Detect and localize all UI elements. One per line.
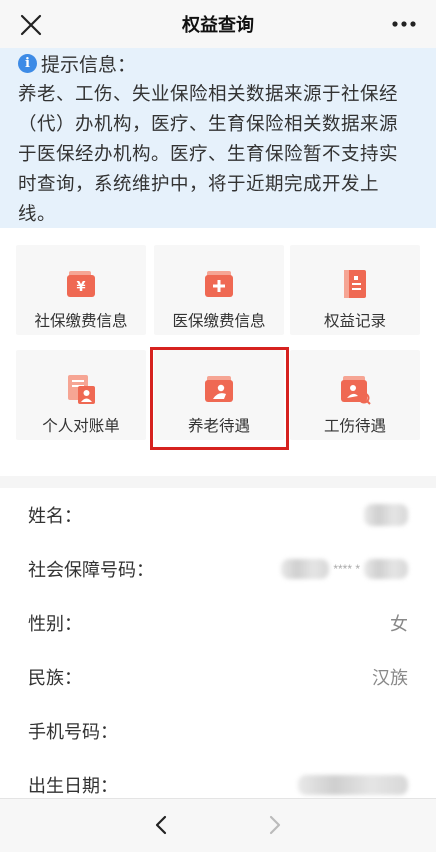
menu-item-label: 个人对账单: [42, 418, 120, 435]
menu-item-label: 工伤待遇: [323, 418, 386, 435]
row-value: 汉族: [372, 668, 408, 688]
row-label: 性别：: [28, 614, 82, 634]
row-label: 社会保障号码：: [28, 560, 154, 580]
menu-item-label: 医保缴费信息: [172, 313, 266, 330]
row-label: 民族：: [28, 668, 82, 688]
profile-row-birthdate: 出生日期：: [28, 770, 408, 800]
top-bar: 权益查询: [0, 0, 436, 48]
menu-item-social-payment[interactable]: ¥ 社保缴费信息: [16, 245, 146, 335]
highlight-box: [150, 347, 289, 450]
chevron-left-icon[interactable]: [150, 813, 174, 837]
notice-line: 于医保经办机构。医疗、生育保险暂不支持实: [18, 143, 399, 164]
redacted-value: [298, 775, 408, 795]
notice-header: i 提示信息：: [18, 50, 418, 76]
bottom-nav: [0, 798, 436, 852]
notice-title: 提示信息：: [41, 54, 137, 76]
injury-search-icon: [341, 376, 371, 405]
statement-icon: [68, 375, 95, 404]
notice-line: 时查询，系统维护中，将于近期完成开发上: [18, 173, 380, 194]
menu-item-medical-payment[interactable]: 医保缴费信息: [154, 245, 284, 335]
menu-item-statement[interactable]: 个人对账单: [16, 350, 146, 440]
page-title: 权益查询: [182, 15, 254, 35]
yuan-wallet-icon: ¥: [67, 271, 95, 297]
service-menu: ¥ 社保缴费信息 医保缴费信息 权益记录 个人对账单 养老待遇 工伤待遇: [0, 228, 436, 476]
menu-item-work-injury[interactable]: 工伤待遇: [290, 350, 420, 440]
record-book-icon: [344, 270, 366, 298]
redacted-value: [364, 559, 408, 579]
medical-wallet-icon: [205, 271, 233, 297]
notice-line: 线。: [18, 203, 57, 224]
info-icon: i: [18, 53, 37, 73]
row-value: 女: [390, 614, 408, 634]
profile-row-gender: 性别： 女: [28, 608, 408, 638]
menu-item-rights-record[interactable]: 权益记录: [290, 245, 420, 335]
profile-row-phone: 手机号码：: [28, 716, 408, 746]
redacted-value: [364, 504, 408, 526]
profile-row-name: 姓名：: [28, 500, 408, 530]
profile-row-ssn: 社会保障号码： **** *: [28, 554, 408, 584]
profile-info: 姓名： 社会保障号码： **** * 性别： 女 民族： 汉族 手机号码： 出生…: [0, 488, 436, 798]
row-label: 出生日期：: [28, 776, 118, 796]
profile-row-ethnicity: 民族： 汉族: [28, 662, 408, 692]
notice-line: （代）办机构，医疗、生育保险相关数据来源: [18, 113, 399, 134]
row-label: 姓名：: [28, 506, 82, 526]
more-icon[interactable]: [390, 18, 418, 30]
menu-item-label: 权益记录: [323, 313, 386, 330]
chevron-right-icon[interactable]: [262, 813, 286, 837]
close-icon[interactable]: [18, 12, 44, 38]
notice-body: 养老、工伤、失业保险相关数据来源于社保经 （代）办机构，医疗、生育保险相关数据来…: [18, 79, 418, 229]
menu-item-label: 社保缴费信息: [34, 313, 128, 330]
svg-text:¥: ¥: [76, 280, 85, 295]
notice-panel: i 提示信息： 养老、工伤、失业保险相关数据来源于社保经 （代）办机构，医疗、生…: [0, 48, 436, 228]
notice-line: 养老、工伤、失业保险相关数据来源于社保经: [18, 83, 399, 104]
row-value: **** *: [333, 562, 360, 576]
row-label: 手机号码：: [28, 722, 118, 742]
redacted-value: [281, 559, 330, 579]
